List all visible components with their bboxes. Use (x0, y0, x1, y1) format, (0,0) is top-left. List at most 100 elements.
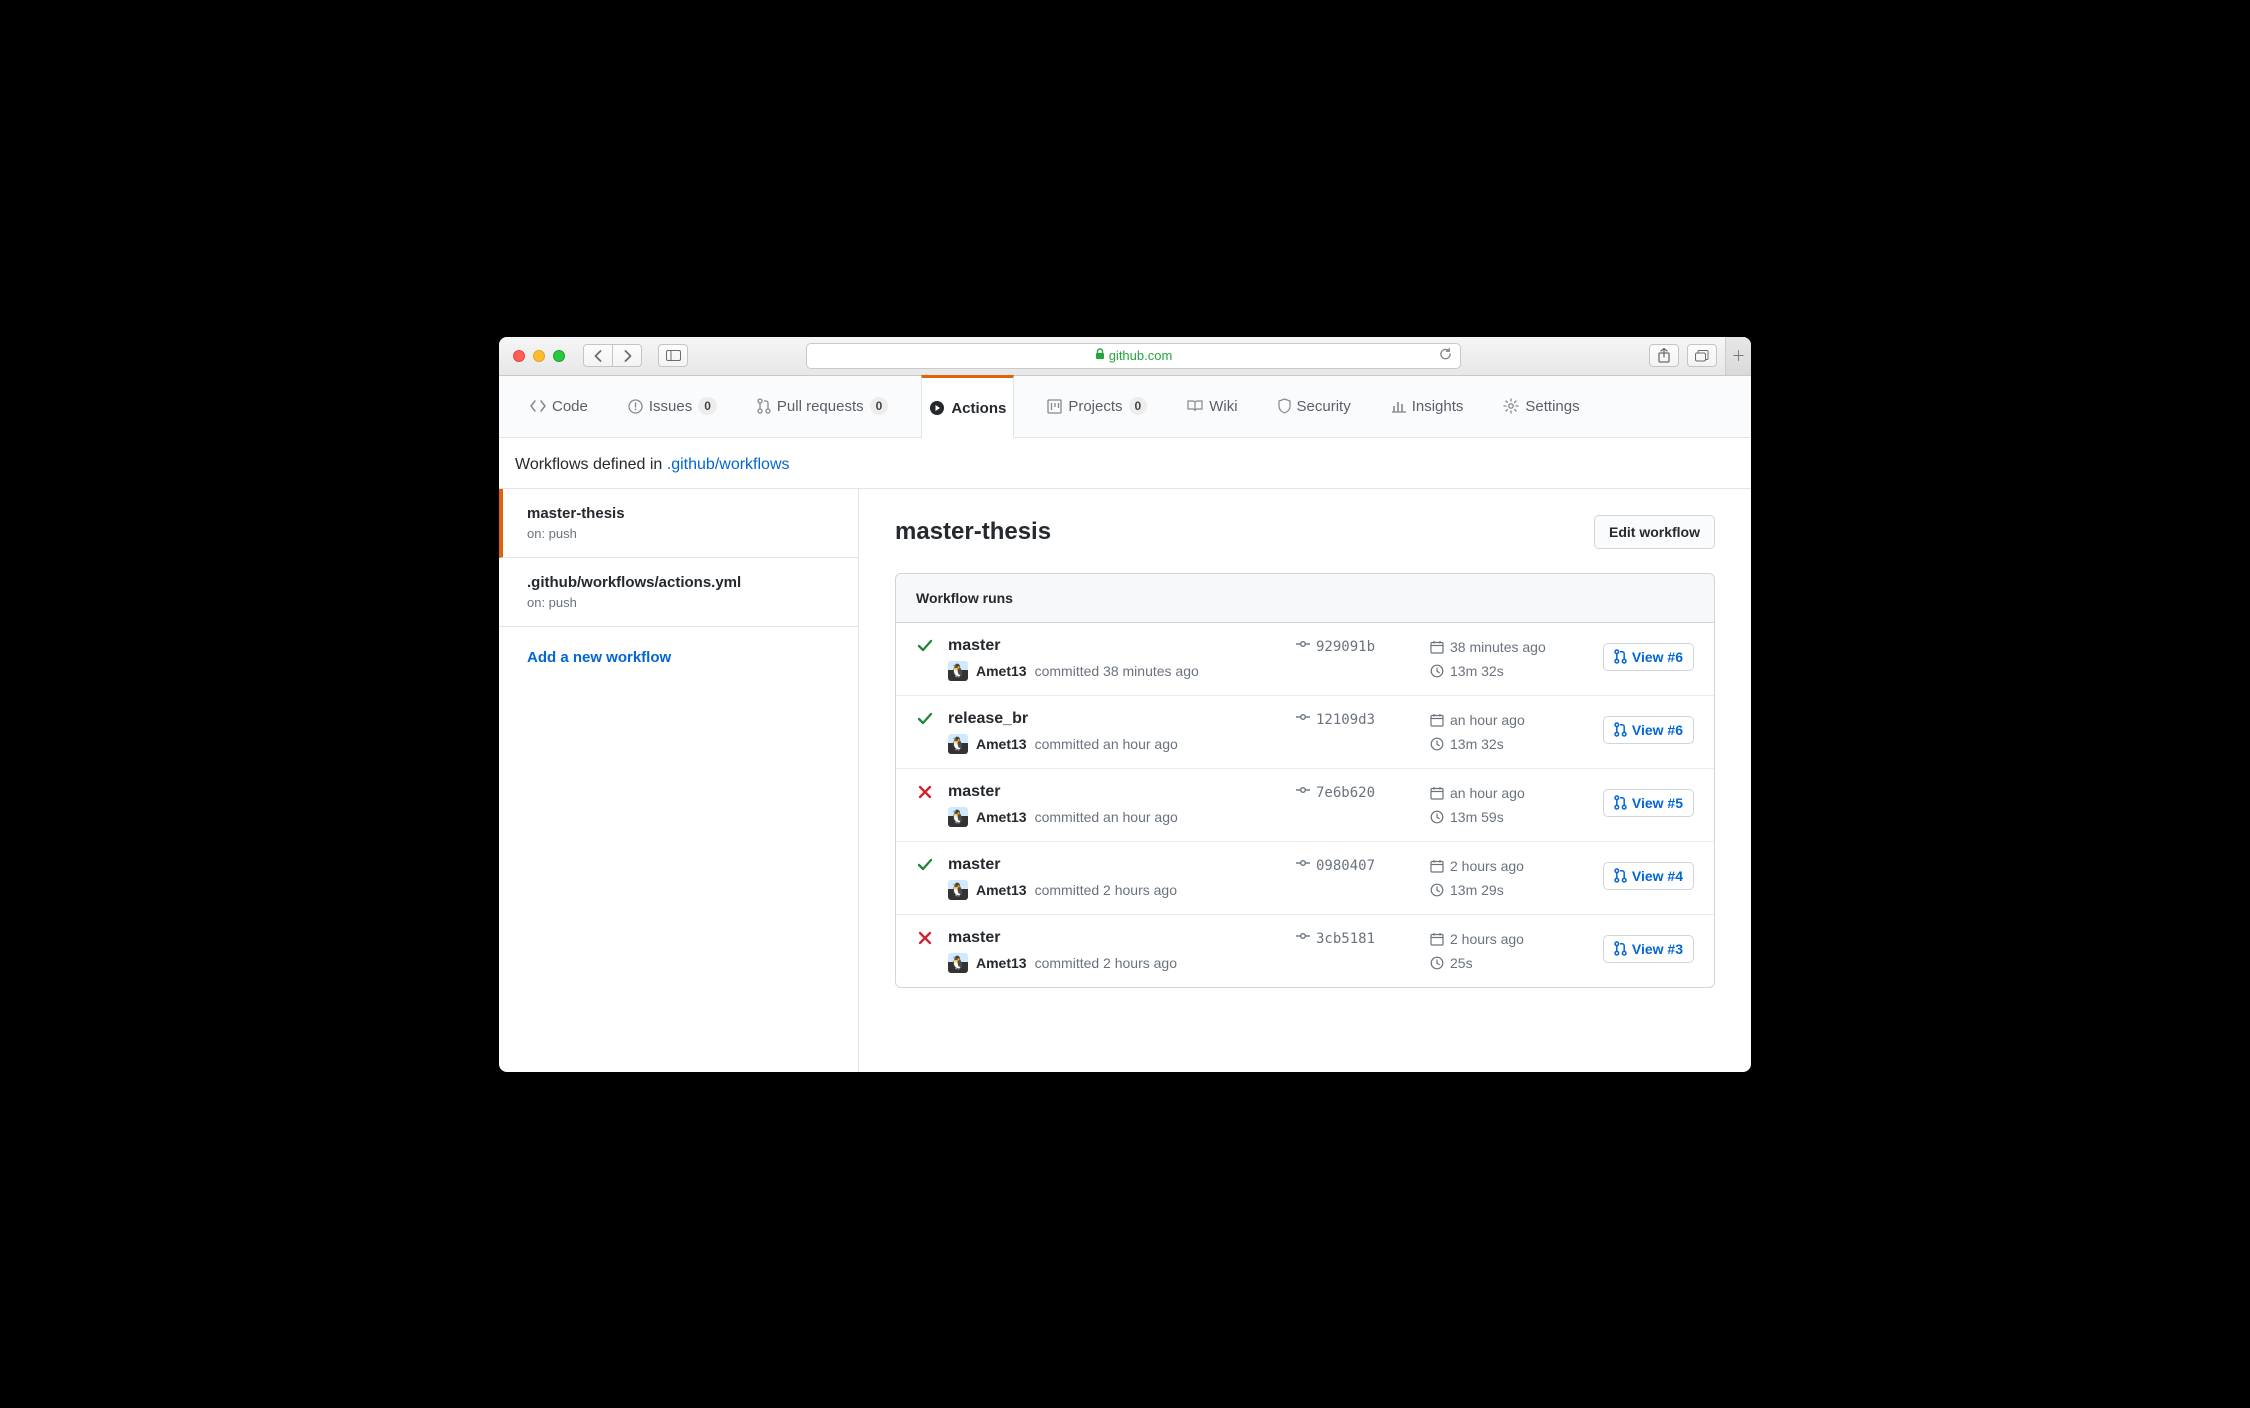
forward-button[interactable] (612, 344, 642, 367)
avatar[interactable]: 🐧 (948, 661, 968, 681)
runs-header: Workflow runs (896, 574, 1714, 623)
tab-code[interactable]: Code (523, 375, 595, 437)
play-circle-icon (929, 400, 945, 416)
avatar[interactable]: 🐧 (948, 807, 968, 827)
run-hash[interactable]: 929091b (1296, 637, 1416, 655)
workflows-path-link[interactable]: .github/workflows (667, 456, 790, 473)
share-button[interactable] (1649, 344, 1679, 367)
run-timing: 2 hours ago 13m 29s (1430, 856, 1570, 898)
run-duration: 25s (1430, 955, 1570, 971)
run-author[interactable]: Amet13 (976, 736, 1027, 752)
tab-actions[interactable]: Actions (921, 375, 1014, 438)
check-icon (917, 639, 933, 653)
view-run-button[interactable]: View #6 (1603, 716, 1694, 744)
reload-button[interactable] (1439, 347, 1452, 364)
calendar-icon (1430, 932, 1444, 946)
new-tab-button[interactable]: ＋ (1725, 337, 1751, 376)
run-info: master 🐧 Amet13 committed 2 hours ago (948, 856, 1282, 900)
run-author[interactable]: Amet13 (976, 663, 1027, 679)
view-run-button[interactable]: View #6 (1603, 643, 1694, 671)
run-author[interactable]: Amet13 (976, 809, 1027, 825)
workflow-item[interactable]: .github/workflows/actions.yml on: push (499, 558, 858, 627)
run-hash[interactable]: 12109d3 (1296, 710, 1416, 728)
lock-icon (1095, 348, 1105, 363)
edit-workflow-button[interactable]: Edit workflow (1594, 515, 1715, 549)
workflow-item[interactable]: master-thesis on: push (499, 489, 858, 558)
minimize-window-button[interactable] (533, 350, 545, 362)
avatar[interactable]: 🐧 (948, 734, 968, 754)
tab-pull-requests[interactable]: Pull requests 0 (750, 375, 895, 437)
pull-request-icon (1614, 722, 1627, 737)
browser-window: github.com ＋ Code Issues 0 Pull requests (499, 337, 1751, 1072)
window-controls (513, 350, 565, 362)
tab-label: Security (1297, 398, 1351, 415)
run-row: release_br 🐧 Amet13 committed an hour ag… (896, 696, 1714, 769)
back-button[interactable] (583, 344, 613, 367)
share-icon (1658, 348, 1670, 363)
url-bar[interactable]: github.com (806, 343, 1461, 369)
run-branch[interactable]: master (948, 637, 1282, 655)
pull-request-icon (757, 398, 771, 414)
view-run-button[interactable]: View #3 (1603, 935, 1694, 963)
tabs-icon (1695, 350, 1709, 362)
run-committed-text: committed an hour ago (1035, 736, 1178, 752)
run-branch[interactable]: master (948, 783, 1282, 801)
avatar[interactable]: 🐧 (948, 880, 968, 900)
issues-icon (628, 399, 643, 414)
book-icon (1187, 399, 1203, 413)
check-icon (917, 712, 933, 726)
run-duration: 13m 29s (1430, 882, 1570, 898)
commit-icon (1296, 858, 1310, 868)
clock-icon (1430, 810, 1444, 824)
view-label: View #5 (1632, 795, 1683, 811)
tab-security[interactable]: Security (1271, 375, 1358, 437)
run-branch[interactable]: master (948, 856, 1282, 874)
tabs-button[interactable] (1687, 344, 1717, 367)
view-run-button[interactable]: View #4 (1603, 862, 1694, 890)
clock-icon (1430, 737, 1444, 751)
calendar-icon (1430, 786, 1444, 800)
tab-settings[interactable]: Settings (1496, 375, 1586, 437)
pull-request-icon (1614, 941, 1627, 956)
x-icon (918, 785, 932, 799)
run-committed-text: committed 2 hours ago (1035, 882, 1177, 898)
tab-count: 0 (1129, 397, 1148, 415)
run-hash[interactable]: 7e6b620 (1296, 783, 1416, 801)
run-author[interactable]: Amet13 (976, 955, 1027, 971)
view-label: View #4 (1632, 868, 1683, 884)
run-duration: 13m 59s (1430, 809, 1570, 825)
commit-icon (1296, 639, 1310, 649)
add-workflow-link[interactable]: Add a new workflow (499, 627, 858, 688)
view-label: View #3 (1632, 941, 1683, 957)
avatar[interactable]: 🐧 (948, 953, 968, 973)
tab-projects[interactable]: Projects 0 (1040, 375, 1154, 437)
run-branch[interactable]: master (948, 929, 1282, 947)
run-duration: 13m 32s (1430, 663, 1570, 679)
repo-tabs: Code Issues 0 Pull requests 0 Actions Pr… (499, 376, 1751, 438)
content-header: master-thesis Edit workflow (895, 515, 1715, 549)
calendar-icon (1430, 713, 1444, 727)
run-hash[interactable]: 0980407 (1296, 856, 1416, 874)
run-hash[interactable]: 3cb5181 (1296, 929, 1416, 947)
chevron-right-icon (623, 350, 632, 362)
workflow-item-subtitle: on: push (527, 526, 842, 541)
tab-insights[interactable]: Insights (1384, 375, 1471, 437)
view-label: View #6 (1632, 722, 1683, 738)
sidebar-toggle-button[interactable] (658, 344, 688, 367)
sidebar-icon (666, 350, 681, 361)
tab-issues[interactable]: Issues 0 (621, 375, 724, 437)
close-window-button[interactable] (513, 350, 525, 362)
run-committed-text: committed 2 hours ago (1035, 955, 1177, 971)
browser-titlebar: github.com ＋ (499, 337, 1751, 376)
run-info: master 🐧 Amet13 committed 38 minutes ago (948, 637, 1282, 681)
run-committed-text: committed an hour ago (1035, 809, 1178, 825)
run-branch[interactable]: release_br (948, 710, 1282, 728)
zoom-window-button[interactable] (553, 350, 565, 362)
run-timing: an hour ago 13m 32s (1430, 710, 1570, 752)
tab-wiki[interactable]: Wiki (1180, 375, 1244, 437)
view-run-button[interactable]: View #5 (1603, 789, 1694, 817)
commit-icon (1296, 931, 1310, 941)
run-info: master 🐧 Amet13 committed 2 hours ago (948, 929, 1282, 973)
run-author[interactable]: Amet13 (976, 882, 1027, 898)
run-committed-text: committed 38 minutes ago (1035, 663, 1199, 679)
